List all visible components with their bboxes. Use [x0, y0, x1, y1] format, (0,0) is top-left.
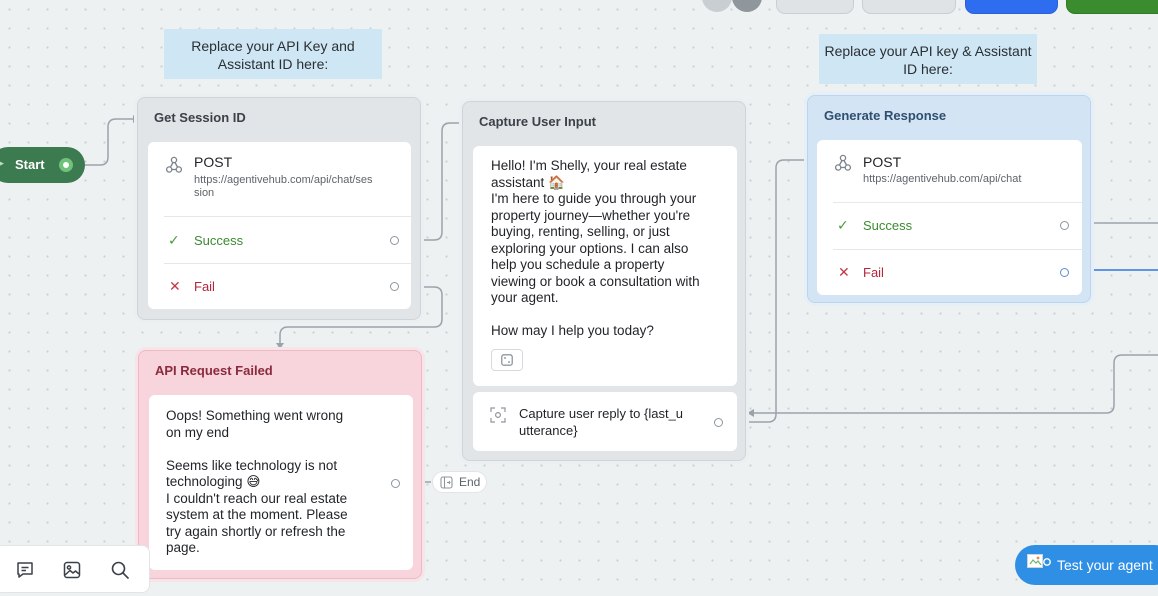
start-node[interactable]: ▶ Start [0, 147, 85, 183]
fail-path[interactable]: ✕ Fail [817, 250, 1082, 295]
capture-port[interactable] [714, 418, 723, 427]
success-label: Success [194, 233, 244, 248]
request-url: https://agentivehub.com/api/chat [863, 173, 1022, 185]
x-icon: ✕ [838, 264, 850, 280]
api-step-card[interactable]: POST https://agentivehub.com/api/chat ✓ … [817, 140, 1082, 295]
share-button[interactable] [776, 0, 854, 14]
avatar[interactable] [702, 0, 732, 12]
capture-step-card[interactable]: Capture user reply to {last_u utterance} [473, 392, 737, 451]
dice-button[interactable] [491, 349, 523, 371]
http-method: POST [863, 154, 902, 170]
note-api-key-assistant[interactable]: Replace your API key & Assistant ID here… [819, 34, 1037, 84]
avatar[interactable] [732, 0, 762, 12]
block-generate-response[interactable]: Generate Response POST https://agentiveh… [807, 95, 1091, 303]
canvas-tools [0, 545, 150, 593]
chat-icon[interactable] [15, 560, 35, 580]
dice-icon [501, 354, 513, 366]
success-label: Success [863, 218, 913, 233]
block-title: Capture User Input [479, 114, 597, 129]
test-agent-label: Test your agent [1057, 557, 1153, 573]
image-icon[interactable] [62, 560, 82, 580]
fail-port[interactable] [1060, 268, 1069, 277]
request-url: https://agentivehub.com/api/chat/ses sio… [194, 174, 373, 199]
end-icon [440, 476, 453, 489]
run-button[interactable] [965, 0, 1058, 14]
capture-icon [490, 407, 506, 423]
http-method: POST [194, 154, 233, 170]
api-request-row[interactable]: POST https://agentivehub.com/api/chat [817, 140, 1082, 202]
block-api-request-failed[interactable]: API Request Failed Oops! Something went … [138, 350, 422, 579]
end-label: End [459, 475, 481, 489]
success-path[interactable]: ✓ Success [817, 203, 1082, 249]
block-title: API Request Failed [155, 363, 273, 378]
fail-path[interactable]: ✕ Fail [148, 264, 411, 309]
message-card[interactable]: Oops! Something went wrong on my end See… [149, 395, 413, 570]
call-button[interactable] [862, 0, 956, 14]
note-text: Replace your API key & Assistant ID here… [824, 43, 1032, 77]
fail-label: Fail [863, 265, 884, 280]
api-icon [166, 156, 182, 173]
capture-label: Capture user reply to {last_u utterance} [519, 406, 684, 438]
message-text: Oops! Something went wrong on my end See… [166, 408, 348, 555]
fail-port[interactable] [390, 282, 399, 291]
check-icon: ✓ [837, 217, 849, 233]
start-label: Start [15, 157, 45, 172]
broken-image-icon [1027, 554, 1051, 568]
fail-label: Fail [194, 279, 215, 294]
publish-button[interactable] [1066, 0, 1158, 14]
message-port[interactable] [391, 479, 400, 488]
success-port[interactable] [390, 236, 399, 245]
api-request-row[interactable]: POST https://agentivehub.com/api/chat/se… [148, 142, 411, 216]
block-title: Generate Response [824, 108, 947, 123]
x-icon: ✕ [169, 278, 181, 294]
start-port[interactable] [59, 158, 73, 172]
block-capture-user-input[interactable]: Capture User Input Hello! I'm Shelly, yo… [462, 101, 746, 461]
check-icon: ✓ [168, 232, 180, 248]
message-text: Hello! I'm Shelly, your real estate assi… [491, 158, 700, 338]
test-agent-button[interactable]: Test your agent [1015, 545, 1158, 585]
message-card[interactable]: Hello! I'm Shelly, your real estate assi… [473, 146, 737, 386]
success-path[interactable]: ✓ Success [148, 217, 411, 263]
api-step-card[interactable]: POST https://agentivehub.com/api/chat/se… [148, 142, 411, 309]
api-icon [835, 154, 851, 171]
note-api-key[interactable]: Replace your API Key and Assistant ID he… [164, 29, 382, 79]
block-get-session-id[interactable]: Get Session ID POST https://agentivehub.… [137, 97, 421, 320]
search-icon[interactable] [110, 560, 130, 580]
block-title: Get Session ID [154, 110, 246, 125]
play-icon: ▶ [0, 155, 4, 171]
end-node[interactable]: End [432, 471, 487, 493]
success-port[interactable] [1060, 221, 1069, 230]
note-text: Replace your API Key and Assistant ID he… [191, 38, 355, 72]
